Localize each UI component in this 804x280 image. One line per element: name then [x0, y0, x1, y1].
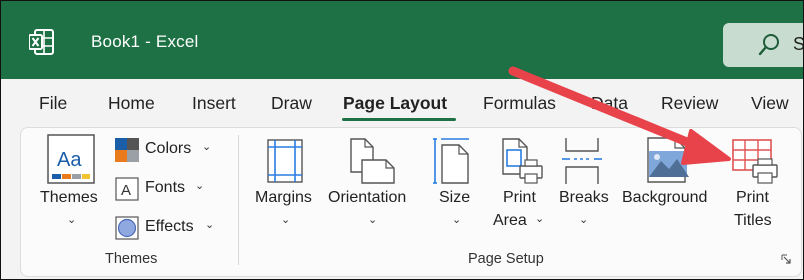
annotation-arrow-icon	[508, 66, 731, 165]
excel-window: Book1 - Excel S File Home Insert Draw Pa…	[0, 0, 804, 280]
